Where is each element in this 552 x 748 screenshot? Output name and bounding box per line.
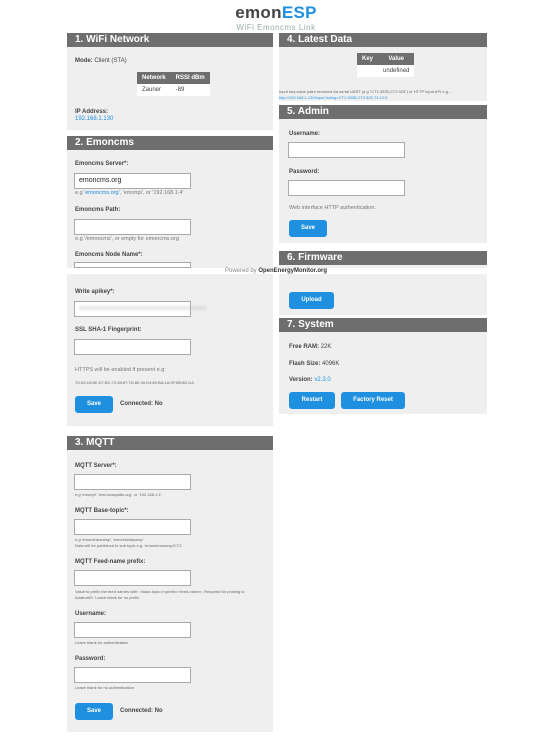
mqtt-connected-status: Connected: No bbox=[120, 708, 163, 714]
mqtt-password-input[interactable] bbox=[74, 667, 191, 683]
mqtt-server-hint: e.g 'emonpi', 'test.mosquitto.org', or '… bbox=[75, 492, 162, 497]
firmware-title: 6. Firmware bbox=[279, 251, 487, 265]
emoncms-path-label: Emoncms Path: bbox=[75, 207, 121, 213]
subtitle: WiFi Emoncms Link bbox=[236, 23, 316, 32]
wifi-panel: 1. WiFi Network Mode: Client (STA) Netwo… bbox=[67, 33, 273, 130]
admin-title: 5. Admin bbox=[279, 105, 487, 119]
emoncms-apikey-label: Write apikey*: bbox=[75, 289, 115, 295]
mqtt-password-label: Password: bbox=[75, 656, 106, 662]
free-ram-value: 22K bbox=[320, 344, 332, 350]
network-name: Zauner bbox=[137, 84, 171, 96]
mode-value: Client (STA) bbox=[94, 58, 127, 64]
rssi-header: RSSI dBm bbox=[170, 72, 210, 84]
version-value: v2.3.0 bbox=[314, 377, 331, 383]
value-cell: undefined bbox=[378, 65, 415, 77]
firmware-upload-button[interactable]: Upload bbox=[289, 292, 334, 309]
system-panel: 7. System Free RAM: 22K Flash Size: 4096… bbox=[279, 318, 487, 414]
admin-hint: Web interface HTTP authentication. bbox=[289, 205, 376, 211]
value-header: Value bbox=[378, 53, 415, 65]
flash-size: Flash Size: 4096K bbox=[289, 361, 340, 367]
latest-data-table: Key Value undefined bbox=[357, 53, 415, 77]
key-cell bbox=[357, 65, 379, 77]
mqtt-topic-label: MQTT Base-topic*: bbox=[75, 508, 129, 514]
logo: emonESP bbox=[0, 4, 552, 22]
wifi-title: 1. WiFi Network bbox=[67, 33, 273, 47]
mqtt-username-hint: Leave blank for authentication bbox=[75, 640, 129, 645]
ssl-fingerprint-label: SSL SHA-1 Fingerprint: bbox=[75, 327, 142, 333]
table-row: undefined bbox=[357, 65, 415, 77]
mqtt-server-label: MQTT Server*: bbox=[75, 463, 117, 469]
factory-reset-button[interactable]: Factory Reset bbox=[341, 392, 405, 409]
emoncms-node-label: Emoncms Node Name*: bbox=[75, 252, 143, 258]
emoncms-server-input[interactable]: emoncms.org bbox=[74, 173, 191, 189]
free-ram: Free RAM: 22K bbox=[289, 344, 332, 350]
admin-save-button[interactable]: Save bbox=[289, 220, 327, 237]
latest-data-example-link[interactable]: http://192.168.1.130/input?string=CT1:39… bbox=[279, 95, 387, 100]
mode-label: Mode: Client (STA) bbox=[75, 58, 127, 64]
mqtt-title: 3. MQTT bbox=[67, 436, 273, 450]
table-row[interactable]: Zauner -89 bbox=[137, 84, 210, 96]
version: Version: v2.3.0 bbox=[289, 377, 331, 383]
brand-suffix: ESP bbox=[281, 3, 317, 22]
network-header: Network bbox=[137, 72, 171, 84]
latest-data-panel: 4. Latest Data Key Value undefined Input… bbox=[279, 33, 487, 101]
emoncms-apikey-input[interactable]: xxxxxxxxxxxxxxxxxxxxxxxxxxxxxxxx bbox=[74, 301, 207, 317]
firmware-panel: 6. Firmware Upload bbox=[279, 251, 487, 315]
admin-panel: 5. Admin Username: Password: Web interfa… bbox=[279, 105, 487, 243]
emoncms-connected-status: Connected: No bbox=[120, 401, 163, 407]
latest-data-title: 4. Latest Data bbox=[279, 33, 487, 47]
emoncms-connected-value: No bbox=[154, 401, 163, 407]
flash-size-value: 4096K bbox=[322, 361, 340, 367]
mqtt-topic-hint: e.g 'emon/emonesp', 'emon/heatpump' Data … bbox=[75, 537, 183, 548]
mqtt-prefix-label: MQTT Feed-name prefix: bbox=[75, 559, 146, 565]
brand-prefix: emon bbox=[235, 3, 282, 22]
mqtt-prefix-hint: Value to prefix the feed names with: <ba… bbox=[75, 589, 245, 600]
admin-password-label: Password: bbox=[289, 169, 320, 175]
latest-data-note: Input key:value pairs received via seria… bbox=[279, 89, 452, 100]
ip-value: 192.168.1.130 bbox=[75, 116, 114, 122]
fingerprint-example: 7D:82:15:BE:D7:BC:72:58:87:7D:8E:40:D4:8… bbox=[75, 380, 194, 385]
emoncms-title: 2. Emoncms bbox=[67, 136, 273, 150]
mqtt-username-label: Username: bbox=[75, 611, 107, 617]
emoncms-link[interactable]: emoncms.org bbox=[85, 190, 118, 196]
emoncms-server-label: Emoncms Server*: bbox=[75, 161, 129, 167]
ssl-fingerprint-input[interactable] bbox=[74, 339, 191, 355]
emoncms-panel: 2. Emoncms Emoncms Server*: emoncms.org … bbox=[67, 136, 273, 426]
mqtt-save-button[interactable]: Save bbox=[75, 703, 113, 720]
emoncms-path-hint: e.g '/emoncms', or empty for emoncms.org bbox=[75, 236, 179, 242]
emoncms-save-button[interactable]: Save bbox=[75, 396, 113, 413]
mqtt-username-input[interactable] bbox=[74, 622, 191, 638]
emoncms-server-hint: e.g 'emoncms.org', 'emonpi', or '192.168… bbox=[75, 190, 184, 196]
admin-password-input[interactable] bbox=[288, 180, 405, 196]
mqtt-server-input[interactable] bbox=[74, 474, 191, 490]
header: emonESP WiFi Emoncms Link bbox=[0, 4, 552, 33]
ip-label: IP Address: bbox=[75, 109, 109, 115]
admin-username-input[interactable] bbox=[288, 142, 405, 158]
mqtt-prefix-input[interactable] bbox=[74, 570, 191, 586]
mqtt-topic-input[interactable] bbox=[74, 519, 191, 535]
admin-username-label: Username: bbox=[289, 131, 321, 137]
key-header: Key bbox=[357, 53, 379, 65]
footer-link[interactable]: OpenEnergyMonitor.org bbox=[258, 268, 327, 274]
restart-button[interactable]: Restart bbox=[289, 392, 335, 409]
mqtt-password-hint: Leave blank for no authentication bbox=[75, 685, 134, 690]
system-title: 7. System bbox=[279, 318, 487, 332]
footer: Powered by OpenEnergyMonitor.org bbox=[0, 268, 552, 274]
network-table: Network RSSI dBm Zauner -89 bbox=[137, 72, 210, 96]
apikey-value: xxxxxxxxxxxxxxxxxxxxxxxxxxxxxxxx bbox=[79, 305, 207, 312]
mqtt-connected-value: No bbox=[154, 708, 163, 714]
network-rssi: -89 bbox=[170, 84, 210, 96]
mqtt-panel: 3. MQTT MQTT Server*: e.g 'emonpi', 'tes… bbox=[67, 436, 273, 732]
https-hint: HTTPS will be enabled if present e.g: bbox=[75, 367, 166, 373]
emoncms-path-input[interactable] bbox=[74, 219, 191, 235]
